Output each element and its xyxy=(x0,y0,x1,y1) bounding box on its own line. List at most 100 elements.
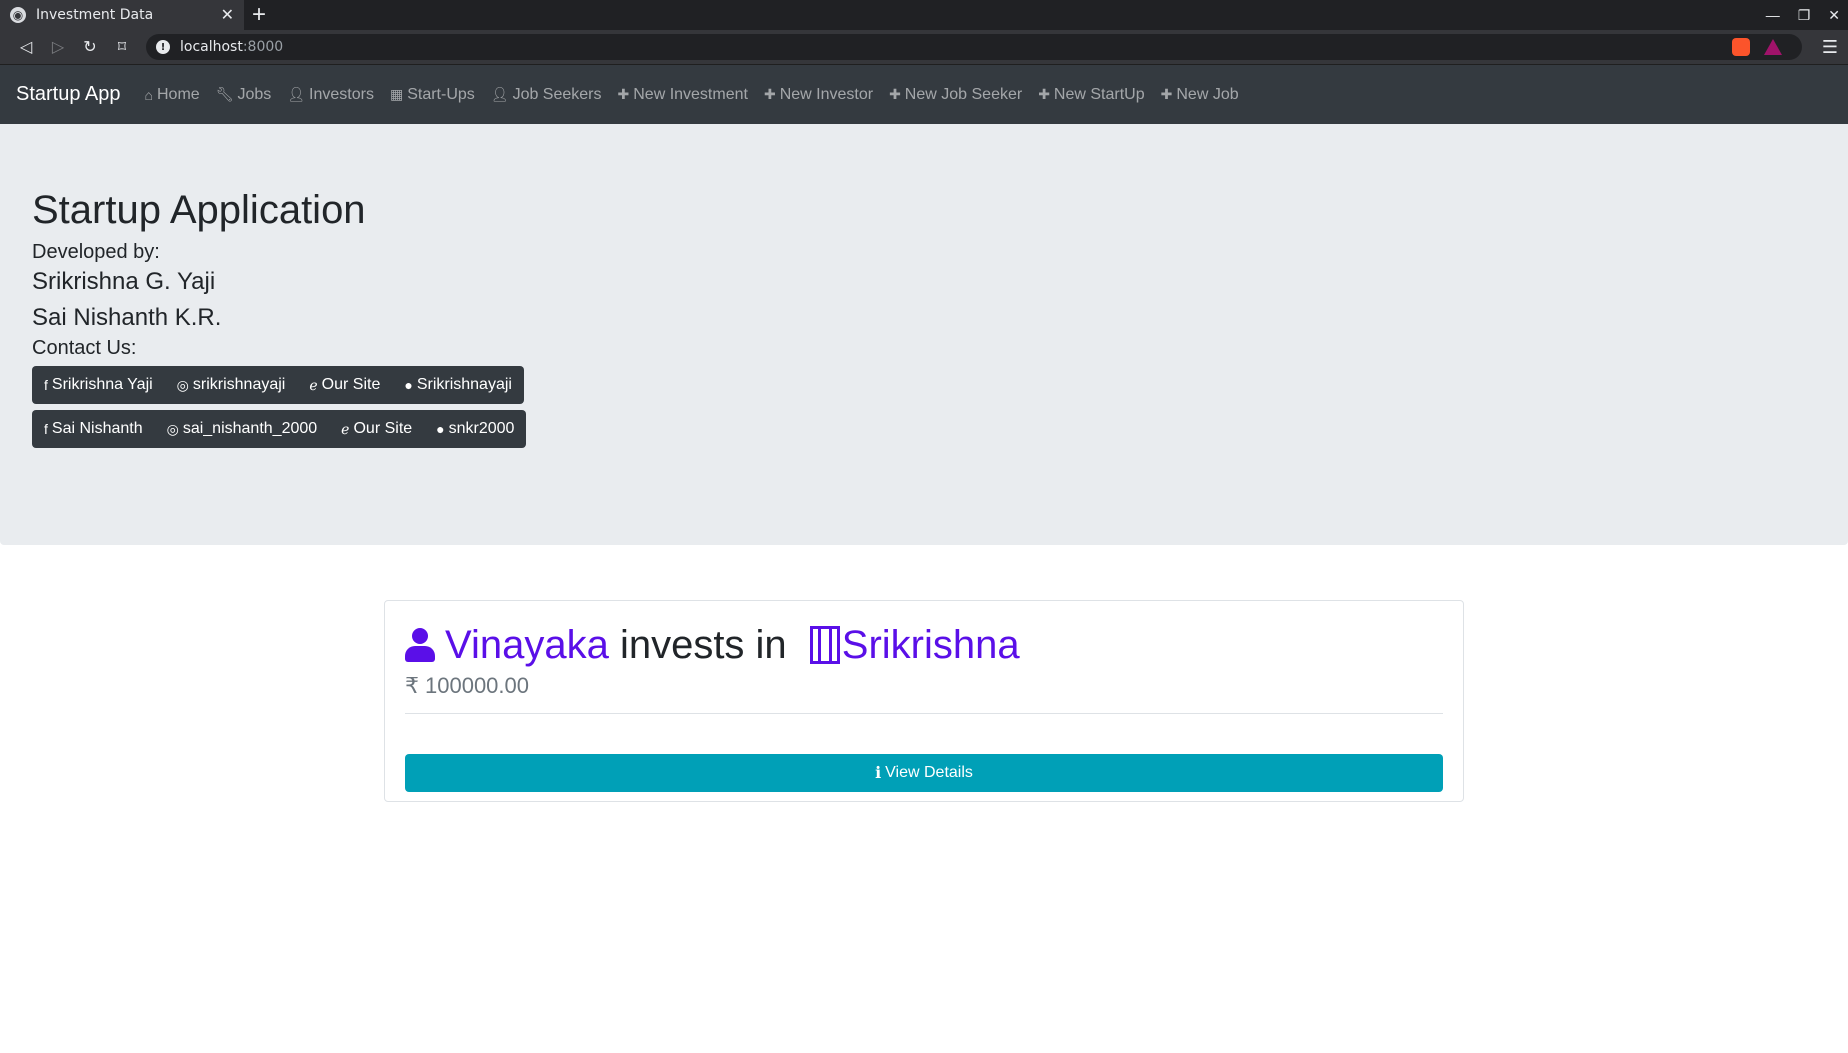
nav-label: Investors xyxy=(309,85,374,103)
invests-in-text: invests in xyxy=(608,623,798,667)
plus-icon: ✚ xyxy=(617,86,630,102)
building-icon: ▦ xyxy=(389,86,404,102)
internet-explorer-icon: ℯ xyxy=(309,376,318,393)
github-button[interactable]: ● snkr2000 xyxy=(424,410,526,448)
nav-startups[interactable]: ▦ Start-Ups xyxy=(390,86,475,104)
browser-tab[interactable]: ◉ Investment Data ✕ xyxy=(0,0,244,30)
nav-new-investor[interactable]: ✚ New Investor xyxy=(764,86,873,104)
button-label: Our Site xyxy=(321,376,381,393)
instagram-icon: ◎ xyxy=(176,376,189,393)
user-icon: 👤︎ xyxy=(490,86,509,102)
investor-link[interactable]: Vinayaka xyxy=(445,621,609,669)
github-icon: ● xyxy=(436,421,445,437)
url-field[interactable]: ! localhost:8000 xyxy=(146,34,1802,60)
minimize-icon[interactable]: — xyxy=(1766,7,1780,23)
investment-card: Vinayaka invests in Srikrishna ₹ 100000.… xyxy=(384,600,1464,802)
view-details-button[interactable]: ℹ View Details xyxy=(405,754,1443,792)
reload-icon[interactable]: ↻ xyxy=(74,37,106,57)
restore-icon[interactable]: ❐ xyxy=(1798,7,1811,24)
site-navbar: Startup App ⌂ Home 🔧︎ Jobs 👤︎ Investors ▦ St… xyxy=(0,65,1848,124)
contact-group-sai: f Sai Nishanth ◎ sai_nishanth_2000 ℯ Our Si… xyxy=(32,410,527,448)
nav-label: New Job xyxy=(1176,85,1239,103)
wrench-icon: 🔧︎ xyxy=(215,86,234,102)
amount-value: 100000.00 xyxy=(425,673,529,698)
startup-link[interactable]: Srikrishna xyxy=(842,621,1020,669)
home-icon: ⌂ xyxy=(144,86,153,103)
github-icon: ● xyxy=(404,377,413,393)
divider xyxy=(405,713,1443,714)
facebook-button[interactable]: f Srikrishna Yaji xyxy=(32,366,165,404)
window-controls: — ❐ ✕ xyxy=(1766,0,1840,30)
developer-name-1: Srikrishna G. Yaji xyxy=(32,268,216,295)
nav-home[interactable]: ⌂ Home xyxy=(145,86,200,104)
plus-icon: ✚ xyxy=(1160,86,1173,102)
menu-icon[interactable]: ☰ xyxy=(1822,37,1838,58)
site-button[interactable]: ℯ Our Site xyxy=(329,410,424,448)
nav-label: Job Seekers xyxy=(512,85,602,103)
instagram-button[interactable]: ◎ srikrishnayaji xyxy=(165,366,298,404)
nav-label: New StartUp xyxy=(1053,85,1145,103)
bookmark-icon[interactable]: ⌑ xyxy=(106,37,138,57)
facebook-icon: f xyxy=(44,421,48,437)
navbar-brand[interactable]: Startup App xyxy=(16,83,121,106)
nav-label: Start-Ups xyxy=(407,85,475,103)
page-title: Startup Application xyxy=(32,188,366,232)
user-icon: 👤︎ xyxy=(287,86,306,102)
globe-icon: ◉ xyxy=(10,7,26,23)
site-info-icon[interactable]: ! xyxy=(156,40,170,54)
button-label: snkr2000 xyxy=(448,420,515,437)
developer-name-2: Sai Nishanth K.R. xyxy=(32,304,222,331)
instagram-button[interactable]: ◎ sai_nishanth_2000 xyxy=(155,410,330,448)
nav-new-job-seeker[interactable]: ✚ New Job Seeker xyxy=(889,86,1022,104)
facebook-icon: f xyxy=(44,377,48,393)
rupee-icon: ₹ xyxy=(405,673,419,698)
browser-tabbar: ◉ Investment Data ✕ + — ❐ ✕ xyxy=(0,0,1848,30)
plus-icon: ✚ xyxy=(763,86,776,102)
contact-label: Contact Us: xyxy=(32,337,137,359)
forward-icon[interactable]: ▷ xyxy=(42,37,74,57)
plus-icon: ✚ xyxy=(1038,86,1050,102)
nav-job-seekers[interactable]: 👤︎ Job Seekers xyxy=(491,86,602,104)
button-label: Srikrishnayaji xyxy=(416,376,512,393)
tab-title: Investment Data xyxy=(36,7,154,23)
site-button[interactable]: ℯ Our Site xyxy=(297,366,392,404)
contact-group-srikrishna: f Srikrishna Yaji ◎ srikrishnayaji ℯ Our Si… xyxy=(32,366,524,404)
close-window-icon[interactable]: ✕ xyxy=(1828,7,1840,24)
button-label: sai_nishanth_2000 xyxy=(182,420,318,437)
close-icon[interactable]: ✕ xyxy=(221,5,234,25)
address-toolbar: ◁ ▷ ↻ ⌑ ! localhost:8000 ☰ xyxy=(0,30,1848,65)
nav-investors[interactable]: 👤︎ Investors xyxy=(287,86,374,104)
button-label: Our Site xyxy=(353,420,413,437)
nav-new-startup[interactable]: ✚ New StartUp xyxy=(1038,86,1144,104)
nav-label: Home xyxy=(157,85,200,103)
nav-jobs[interactable]: 🔧︎ Jobs xyxy=(216,86,272,104)
github-button[interactable]: ● Srikrishnayaji xyxy=(392,366,524,404)
user-icon xyxy=(405,628,435,662)
nav-new-job[interactable]: ✚ New Job xyxy=(1161,86,1239,104)
url-port: :8000 xyxy=(242,39,284,55)
jumbotron: Startup Application Developed by: Srikri… xyxy=(0,124,1848,545)
internet-explorer-icon: ℯ xyxy=(341,420,350,437)
building-icon xyxy=(809,626,840,664)
nav-new-investment[interactable]: ✚ New Investment xyxy=(618,86,748,104)
instagram-icon: ◎ xyxy=(166,420,179,437)
url-host: localhost xyxy=(180,39,243,55)
button-label: Srikrishna Yaji xyxy=(51,376,153,393)
back-icon[interactable]: ◁ xyxy=(10,37,42,57)
nav-label: New Investor xyxy=(779,85,874,103)
nav-label: New Investment xyxy=(633,85,748,103)
info-icon: ℹ xyxy=(875,765,882,782)
facebook-button[interactable]: f Sai Nishanth xyxy=(32,410,155,448)
button-label: srikrishnayaji xyxy=(192,376,286,393)
brave-shield-icon[interactable] xyxy=(1731,38,1750,56)
investment-amount: ₹ 100000.00 xyxy=(405,673,1443,699)
card-title: Vinayaka invests in Srikrishna xyxy=(405,621,1443,669)
developed-by-label: Developed by: xyxy=(32,241,160,263)
plus-icon: ✚ xyxy=(889,86,901,102)
button-label: Sai Nishanth xyxy=(51,420,143,437)
new-tab-button[interactable]: + xyxy=(252,2,266,28)
nav-label: New Job Seeker xyxy=(904,85,1023,103)
brave-rewards-icon[interactable] xyxy=(1763,39,1782,55)
nav-label: Jobs xyxy=(237,85,272,103)
view-details-label: View Details xyxy=(885,764,973,781)
